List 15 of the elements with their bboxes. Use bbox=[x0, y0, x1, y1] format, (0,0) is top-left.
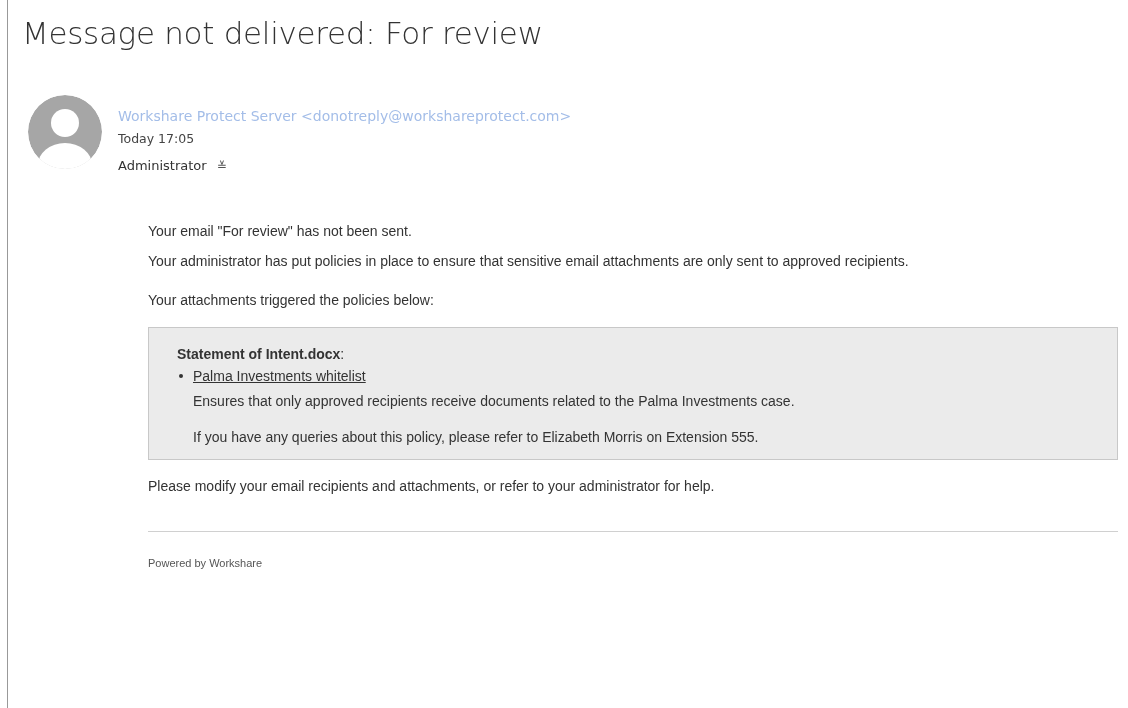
policy-link[interactable]: Palma Investments whitelist bbox=[193, 368, 366, 384]
expand-toggle[interactable]: ≚ bbox=[216, 158, 227, 173]
policy-description: Ensures that only approved recipients receive documents related to the Palma Investments case. bbox=[193, 393, 796, 409]
body-text: Your attachments triggered the policies below: bbox=[148, 292, 435, 309]
recipient-name[interactable]: Administrator bbox=[118, 158, 207, 173]
policy-contact: If you have any queries about this policy, please refer to Elizabeth Morris on Extension 555. bbox=[193, 429, 760, 445]
message-subject: Message not delivered: For review bbox=[22, 14, 544, 51]
avatar-icon bbox=[28, 95, 102, 169]
footer-text: Powered by Workshare bbox=[148, 557, 264, 569]
body-text: Your email "For review" has not been sent. bbox=[148, 223, 413, 240]
attachment-name: Statement of Intent.docx: bbox=[177, 346, 346, 362]
bullet-icon bbox=[179, 374, 183, 378]
body-text: Your administrator has put policies in place to ensure that sensitive email attachments are only sent to approved recipients. bbox=[148, 253, 910, 270]
body-text: Please modify your email recipients and attachments, or refer to your administrator for help. bbox=[148, 478, 716, 495]
sent-time: Today 17:05 bbox=[118, 131, 196, 146]
